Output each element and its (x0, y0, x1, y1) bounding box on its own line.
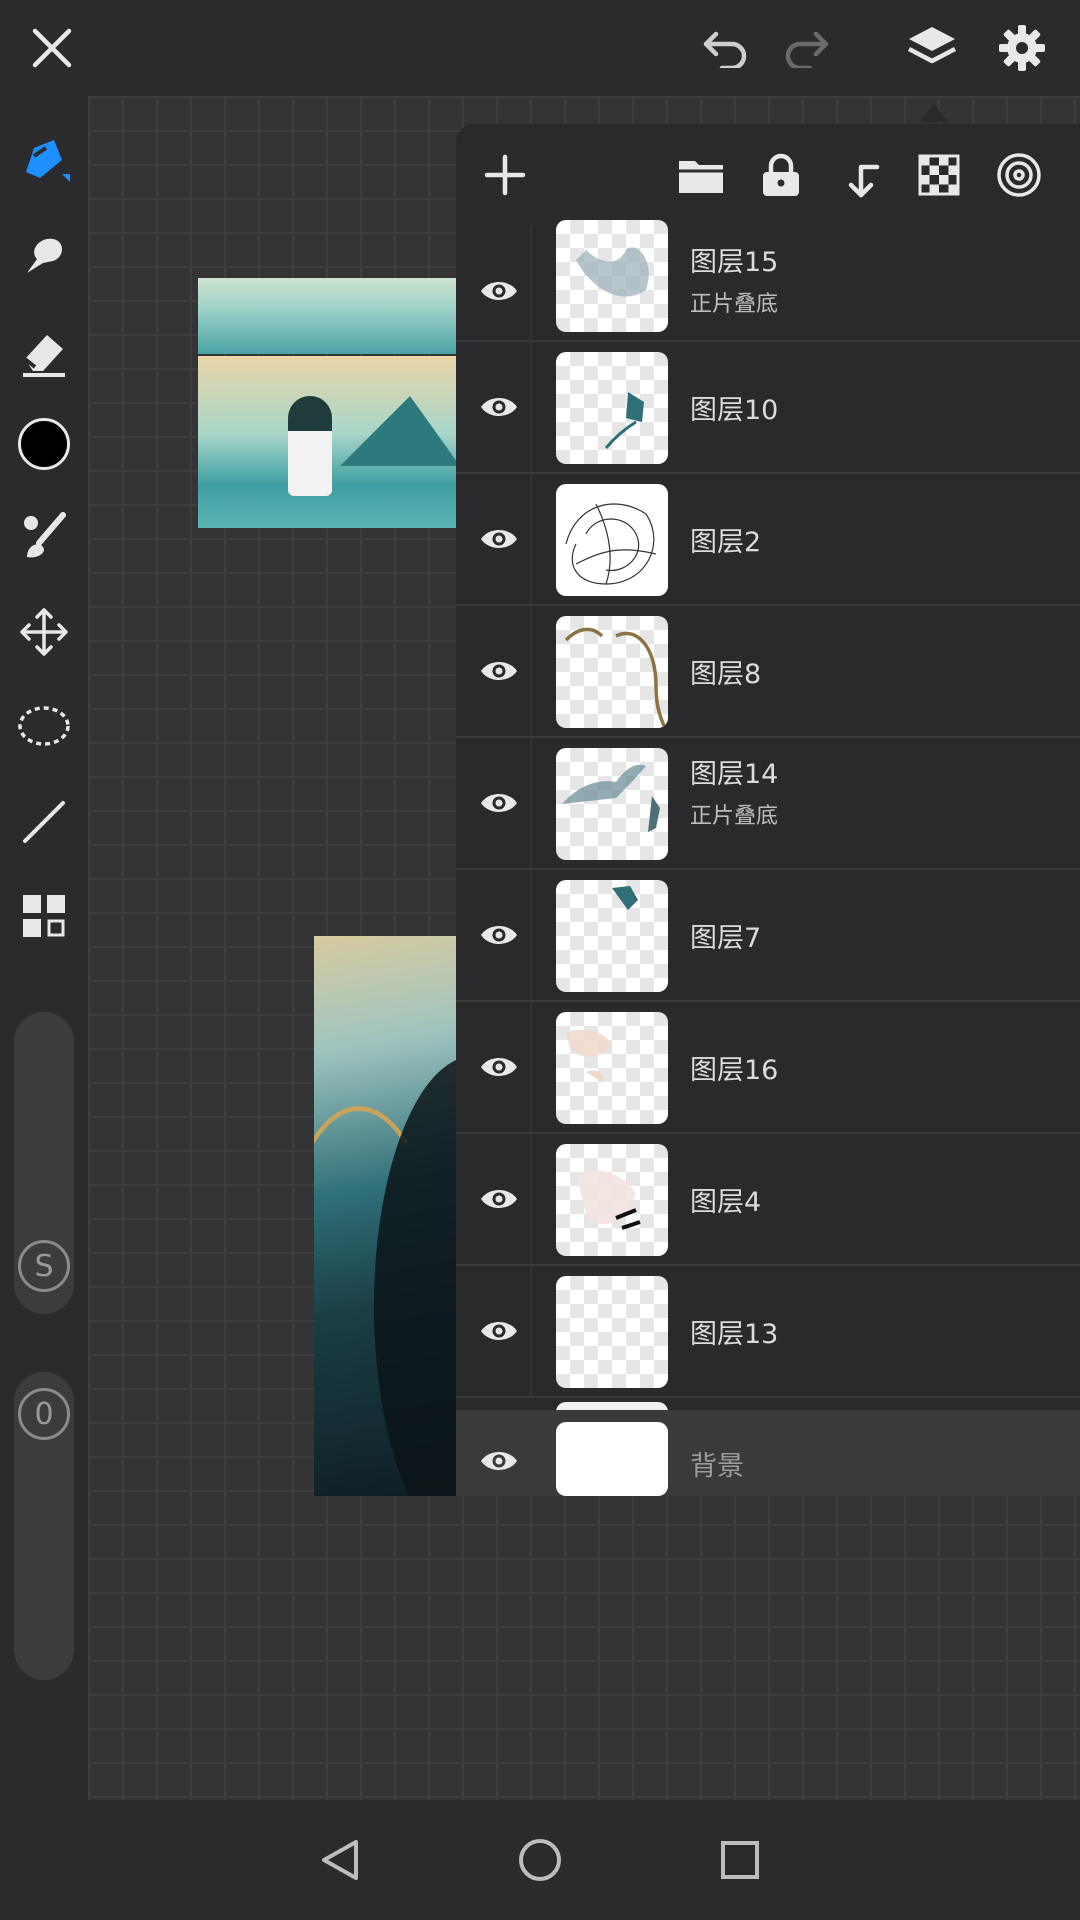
visibility-eye-icon[interactable] (470, 266, 528, 316)
layer-list: 图层15 正片叠底 图层10 图层2 图层8 图层14 正片叠底 图层7 图层1… (456, 220, 1080, 1496)
transparency-icon[interactable] (910, 146, 968, 204)
undo-icon[interactable] (696, 18, 756, 78)
layer-row[interactable]: 图层14 正片叠底 (456, 738, 1080, 870)
layer-name: 图层2 (690, 527, 762, 558)
layer-name: 图层7 (690, 923, 762, 954)
opacity-slider-label: 0 (18, 1388, 70, 1440)
tool-sidebar: S 0 (0, 96, 88, 1800)
home-icon[interactable] (510, 1830, 570, 1890)
artwork-thumbnail-landscape (198, 278, 460, 528)
layers-icon[interactable] (902, 18, 962, 78)
clipping-icon[interactable] (990, 146, 1048, 204)
layer-panel: 图层15 正片叠底 图层10 图层2 图层8 图层14 正片叠底 图层7 图层1… (456, 124, 1080, 1496)
layer-row[interactable]: 图层16 (456, 1002, 1080, 1134)
layer-row[interactable]: 图层15 正片叠底 (456, 220, 1080, 356)
layer-thumbnail (556, 484, 668, 596)
layer-row[interactable]: 图层2 (456, 474, 1080, 606)
size-slider-label: S (18, 1240, 70, 1292)
layer-row[interactable]: 图层10 (456, 342, 1080, 474)
layer-thumbnail (556, 1012, 668, 1124)
layer-thumbnail (556, 1276, 668, 1388)
move-icon[interactable] (14, 602, 74, 662)
close-icon[interactable] (22, 18, 82, 78)
eraser-icon[interactable] (14, 322, 74, 382)
merge-down-icon[interactable] (832, 146, 890, 204)
layer-row[interactable]: 图层7 (456, 870, 1080, 1002)
brush-size-slider[interactable]: S (14, 1012, 74, 1314)
settings-icon[interactable] (992, 18, 1052, 78)
visibility-eye-icon[interactable] (470, 910, 528, 960)
visibility-eye-icon[interactable] (470, 1436, 528, 1486)
recents-icon[interactable] (710, 1830, 770, 1890)
layer-panel-toolbar (456, 124, 1080, 226)
visibility-eye-icon[interactable] (470, 778, 528, 828)
layer-row[interactable]: 图层4 (456, 1134, 1080, 1266)
visibility-eye-icon[interactable] (470, 514, 528, 564)
layer-row[interactable]: 图层8 (456, 606, 1080, 738)
brush-icon[interactable] (14, 130, 74, 190)
color-swatch[interactable] (14, 414, 74, 474)
opacity-slider[interactable]: 0 (14, 1372, 74, 1680)
lasso-icon[interactable] (14, 696, 74, 756)
visibility-eye-icon[interactable] (470, 1174, 528, 1224)
background-layer-row[interactable]: 背景 (456, 1410, 1080, 1496)
grid-icon[interactable] (14, 886, 74, 946)
layer-thumbnail (556, 1144, 668, 1256)
top-bar (0, 0, 1080, 96)
layer-name: 图层10 (690, 395, 779, 426)
layer-name: 图层14 (690, 759, 779, 790)
layer-thumbnail (556, 880, 668, 992)
layer-name: 图层15 (690, 247, 779, 278)
visibility-eye-icon[interactable] (470, 382, 528, 432)
paint-icon[interactable] (14, 506, 74, 566)
redo-icon[interactable] (776, 18, 836, 78)
layer-thumbnail (556, 220, 668, 332)
layer-name: 图层8 (690, 659, 762, 690)
line-icon[interactable] (14, 792, 74, 852)
back-icon[interactable] (310, 1830, 370, 1890)
layer-row[interactable]: 图层13 (456, 1266, 1080, 1398)
layer-name: 图层16 (690, 1055, 779, 1086)
layer-name: 图层13 (690, 1319, 779, 1350)
system-nav-bar (0, 1800, 1080, 1920)
layer-name: 背景 (690, 1451, 744, 1482)
layer-blend-mode: 正片叠底 (690, 292, 779, 317)
layer-thumbnail (556, 352, 668, 464)
folder-icon[interactable] (672, 146, 730, 204)
panel-pointer (920, 104, 948, 122)
add-icon[interactable] (476, 146, 534, 204)
visibility-eye-icon[interactable] (470, 1306, 528, 1356)
layer-name: 图层4 (690, 1187, 762, 1218)
lock-icon[interactable] (752, 146, 810, 204)
smudge-icon[interactable] (14, 226, 74, 286)
layer-row-partial (456, 1398, 1080, 1412)
visibility-eye-icon[interactable] (470, 1042, 528, 1092)
artwork-fragment (314, 936, 464, 1496)
layer-blend-mode: 正片叠底 (690, 804, 779, 829)
visibility-eye-icon[interactable] (470, 646, 528, 696)
layer-thumbnail (556, 748, 668, 860)
layer-thumbnail (556, 616, 668, 728)
layer-thumbnail (556, 1422, 668, 1496)
